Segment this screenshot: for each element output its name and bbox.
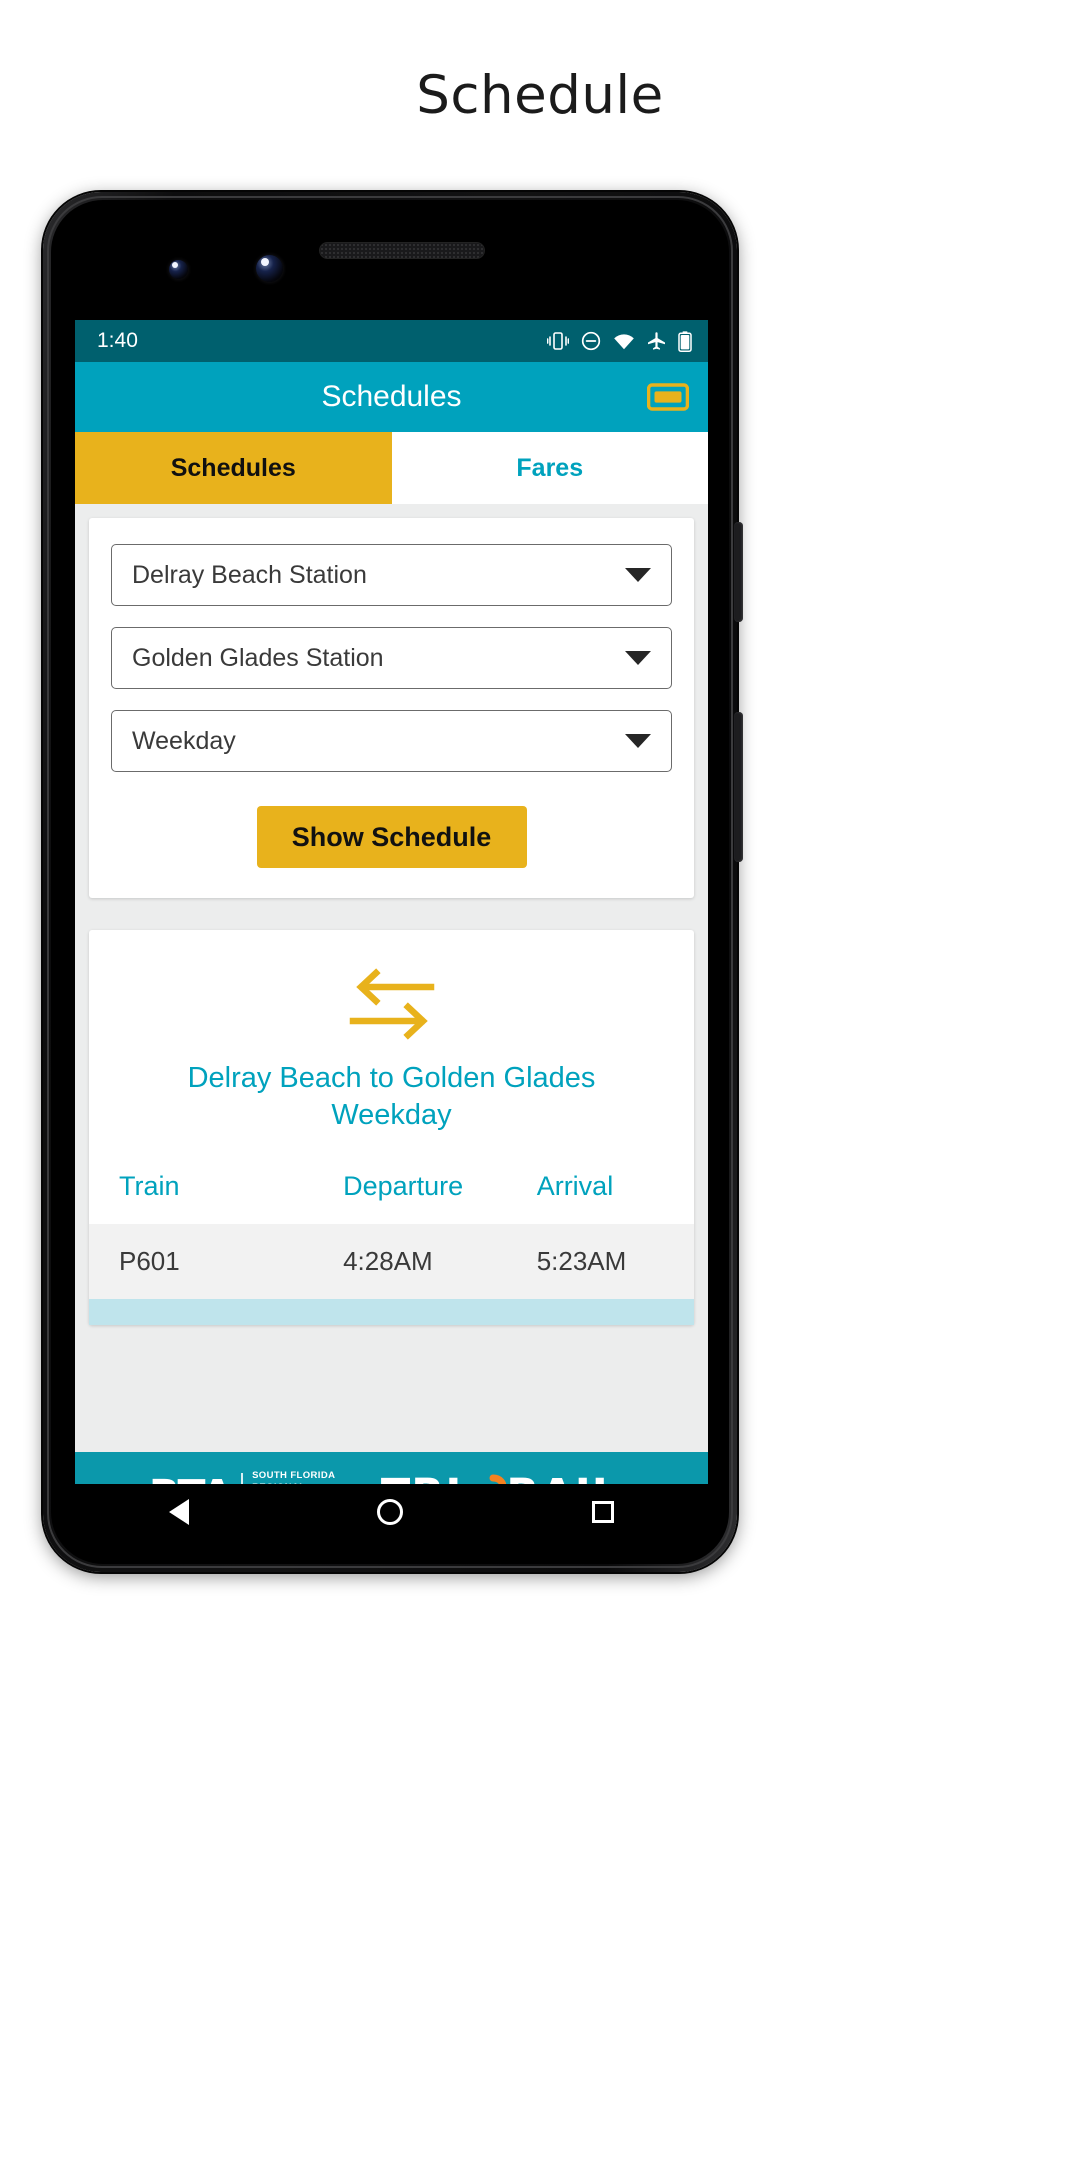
- column-header-train: Train: [119, 1170, 180, 1201]
- origin-station-select[interactable]: Delray Beach Station: [111, 544, 672, 606]
- column-header-departure: Departure: [343, 1170, 464, 1201]
- page-title: Schedule: [416, 64, 664, 126]
- show-schedule-button[interactable]: Show Schedule: [256, 806, 527, 868]
- chevron-down-icon: [625, 734, 651, 748]
- status-time: 1:40: [97, 329, 138, 352]
- back-icon[interactable]: [169, 1499, 190, 1525]
- front-camera-secondary: [169, 260, 188, 279]
- app-bar-title: Schedules: [321, 380, 462, 413]
- destination-station-select[interactable]: Golden Glades Station: [111, 627, 672, 689]
- route-title-line1: Delray Beach to Golden Glades: [187, 1062, 596, 1094]
- vibrate-icon: [547, 332, 569, 350]
- volume-button[interactable]: [734, 522, 743, 622]
- origin-station-value: Delray Beach Station: [132, 560, 367, 589]
- earpiece-speaker: [319, 242, 485, 259]
- cell-departure: 4:28AM: [343, 1223, 537, 1299]
- route-title-line2: Weekday: [331, 1099, 452, 1132]
- destination-station-value: Golden Glades Station: [132, 643, 384, 672]
- table-row[interactable]: P601 4:28AM 5:23AM: [89, 1223, 694, 1299]
- rta-sub-line1: SOUTH FLORIDA: [252, 1470, 336, 1482]
- tab-bar: Schedules Fares: [75, 432, 708, 504]
- app-bar: Schedules: [75, 362, 708, 432]
- cell-train: P601: [89, 1223, 344, 1299]
- column-header-arrival: Arrival: [536, 1170, 614, 1201]
- day-type-select[interactable]: Weekday: [111, 710, 672, 772]
- phone-device: 1:40 Schedules Schedules Fares Delray Be…: [43, 192, 743, 1572]
- tab-schedules[interactable]: Schedules: [75, 432, 392, 504]
- content-area: Delray Beach Station Golden Glades Stati…: [75, 504, 708, 1495]
- airplane-icon: [647, 331, 666, 351]
- ticket-icon[interactable]: [646, 381, 690, 413]
- status-bar: 1:40: [75, 320, 708, 362]
- tab-fares[interactable]: Fares: [391, 432, 708, 504]
- schedule-table: Train Departure Arrival P601 4:28AM 5:23…: [89, 1161, 694, 1299]
- battery-icon: [678, 330, 692, 352]
- status-icon-group: [547, 330, 692, 352]
- wifi-icon: [613, 333, 635, 350]
- schedule-results-card: Delray Beach to Golden Glades Weekday Tr…: [89, 930, 694, 1325]
- route-title: Delray Beach to Golden Glades Weekday: [89, 1060, 694, 1161]
- phone-bezel: 1:40 Schedules Schedules Fares Delray Be…: [51, 200, 729, 1564]
- recents-icon[interactable]: [591, 1501, 614, 1523]
- table-header-row: Train Departure Arrival: [89, 1161, 694, 1224]
- phone-screen: 1:40 Schedules Schedules Fares Delray Be…: [75, 320, 708, 1495]
- day-type-value: Weekday: [132, 726, 236, 755]
- page-root: Schedule 1:40 Schedules Schedules Fares …: [0, 0, 1080, 2160]
- chevron-down-icon: [625, 568, 651, 582]
- system-navigation-bar: [75, 1484, 708, 1540]
- power-button[interactable]: [734, 712, 743, 862]
- home-icon[interactable]: [377, 1499, 404, 1525]
- front-camera-primary: [256, 255, 283, 282]
- cell-arrival: 5:23AM: [536, 1223, 694, 1299]
- do-not-disturb-icon: [581, 331, 601, 351]
- swap-arrows-icon[interactable]: [89, 956, 694, 1060]
- schedule-search-card: Delray Beach Station Golden Glades Stati…: [89, 518, 694, 898]
- table-row-partial[interactable]: [89, 1298, 694, 1325]
- chevron-down-icon: [625, 651, 651, 665]
